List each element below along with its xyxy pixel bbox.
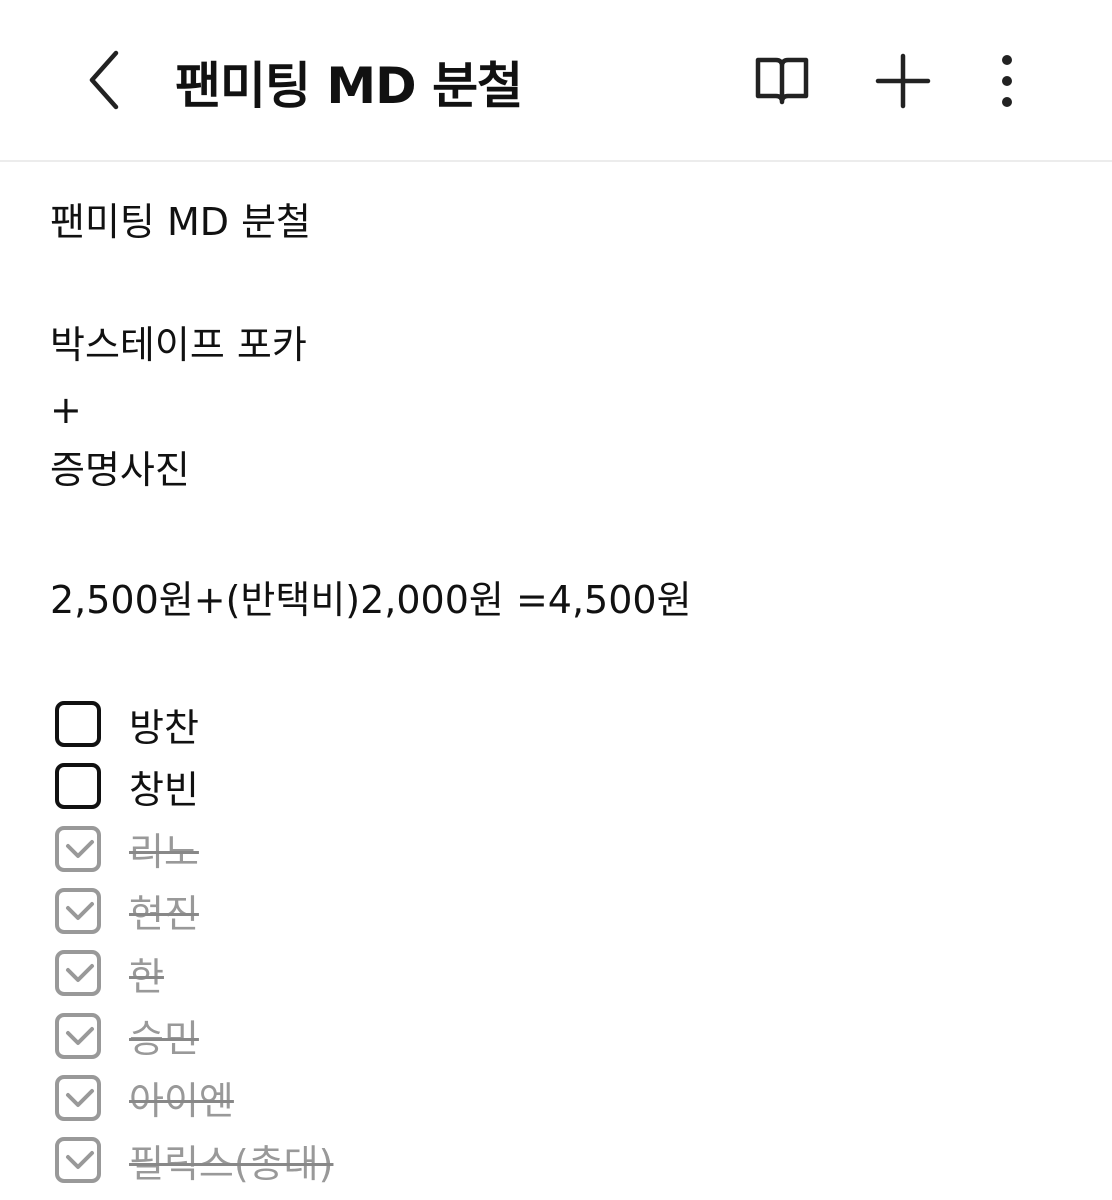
checkbox-checked[interactable] <box>55 887 101 934</box>
checklist-item-label[interactable]: 현진 <box>129 883 199 938</box>
note-text-line[interactable]: + <box>50 386 82 434</box>
checklist-item-label[interactable]: 리노 <box>129 821 199 876</box>
plus-icon <box>875 53 931 109</box>
checklist-item-label[interactable]: 창빈 <box>129 759 199 814</box>
note-text-line[interactable]: 2,500원+(반택비)2,000원 =4,500원 <box>50 576 692 624</box>
checkbox-unchecked[interactable] <box>55 763 101 810</box>
page-title: 팬미팅 MD 분철 <box>175 57 523 115</box>
checklist-item-label[interactable]: 아이엔 <box>129 1070 234 1125</box>
checklist-item: 승민 <box>55 1010 199 1062</box>
more-vert-icon <box>1002 55 1012 107</box>
checkbox-checked[interactable] <box>55 1074 101 1121</box>
checklist-item: 창빈 <box>55 760 199 812</box>
checklist-item: 현진 <box>55 885 199 937</box>
checklist-item: 필릭스(총대) <box>55 1134 333 1186</box>
back-icon <box>89 50 119 110</box>
check-icon <box>66 901 94 920</box>
add-button[interactable] <box>873 50 933 110</box>
reading-mode-icon <box>755 57 809 105</box>
checklist-item-label[interactable]: 필릭스(총대) <box>129 1133 333 1188</box>
back-button[interactable] <box>80 45 130 115</box>
more-options-button[interactable] <box>977 50 1037 110</box>
checkbox-checked[interactable] <box>55 950 101 997</box>
checklist-item: 방찬 <box>55 698 199 750</box>
check-icon <box>66 964 94 983</box>
check-icon <box>66 839 94 858</box>
checklist-item-label[interactable]: 승민 <box>129 1008 199 1063</box>
checklist-item: 리노 <box>55 823 199 875</box>
check-icon <box>66 1026 94 1045</box>
app-header: 팬미팅 MD 분철 <box>0 0 1112 162</box>
check-icon <box>66 1151 94 1170</box>
note-text-line[interactable]: 박스테이프 포카 <box>50 321 307 369</box>
check-icon <box>66 1088 94 1107</box>
note-text-line[interactable]: 증명사진 <box>50 446 190 494</box>
checklist-item-label[interactable]: 방찬 <box>129 697 199 752</box>
checkbox-checked[interactable] <box>55 1012 101 1059</box>
checkbox-unchecked[interactable] <box>55 701 101 747</box>
checkbox-checked[interactable] <box>55 1137 101 1184</box>
checklist-item: 한 <box>55 947 164 999</box>
checklist-item: 아이엔 <box>55 1072 234 1124</box>
checklist-item-label[interactable]: 한 <box>129 946 164 1001</box>
checkbox-checked[interactable] <box>55 825 101 872</box>
note-text-line[interactable]: 팬미팅 MD 분철 <box>50 198 311 246</box>
reading-mode-button[interactable] <box>752 50 812 110</box>
